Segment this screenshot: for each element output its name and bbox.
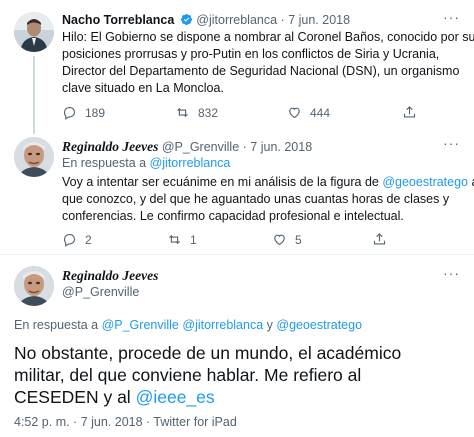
mention-link[interactable]: @geoestratego — [382, 175, 468, 189]
tweet-text-line: CESEDEN y al @ieee_es — [14, 386, 215, 408]
heart-icon — [289, 107, 300, 119]
reply-mention-link[interactable]: @geoestratego — [276, 318, 362, 332]
author-handle[interactable]: @jitorreblanca — [196, 13, 277, 27]
share-button[interactable] — [372, 232, 387, 247]
tweet-text-line: Hilo: El Gobierno se dispone a nombrar a… — [62, 30, 474, 44]
author-handle[interactable]: @P_Grenville — [162, 140, 239, 154]
separator: · — [242, 140, 247, 154]
reply-context: En respuesta a @P_Grenville @jitorreblan… — [14, 317, 362, 334]
mention-link[interactable]: @ieee_es — [136, 387, 215, 407]
avatar-photo-icon — [14, 12, 54, 52]
text-fragment: Voy a intentar ser ecuánime en mi anális… — [62, 175, 379, 189]
reply-prefix: En respuesta a — [62, 156, 147, 170]
more-options-icon[interactable]: ··· — [443, 9, 460, 25]
reply-mention-link[interactable]: @P_Grenville — [102, 318, 179, 332]
retweet-button[interactable]: 832 — [175, 105, 218, 120]
tweet-text-line: No obstante, procede de un mundo, el aca… — [14, 343, 402, 363]
like-button[interactable]: 444 — [287, 105, 330, 120]
tweet-1[interactable]: Nacho Torreblanca @jitorreblanca · 7 jun… — [0, 0, 474, 134]
reply-button[interactable]: 189 — [62, 105, 105, 120]
reply-icon — [63, 233, 76, 247]
reply-and: y — [266, 318, 273, 332]
retweet-count: 1 — [190, 232, 197, 247]
author-name[interactable]: Reginaldo Jeeves — [62, 268, 158, 283]
tweet-header: Reginaldo Jeeves @P_Grenville · 7 jun. 2… — [62, 138, 312, 156]
reply-prefix: En respuesta a — [14, 318, 99, 332]
like-button[interactable]: 5 — [272, 232, 302, 247]
reply-button[interactable]: 2 — [62, 232, 92, 247]
share-icon — [373, 233, 386, 245]
author-name-row: Reginaldo Jeeves — [62, 267, 158, 285]
avatar[interactable] — [14, 137, 54, 177]
author-handle[interactable]: @P_Grenville — [62, 284, 139, 301]
more-options-icon[interactable]: ··· — [443, 265, 460, 281]
retweet-button[interactable]: 1 — [167, 232, 197, 247]
tweet-text-line: Director del Departamento de Seguridad N… — [62, 64, 460, 78]
reply-icon — [63, 106, 76, 120]
avatar-photo-icon — [14, 266, 54, 306]
tweet-text-line: conferencias. Le confirmo capacidad prof… — [62, 209, 404, 223]
share-icon — [403, 106, 416, 118]
avatar[interactable] — [14, 266, 54, 306]
tweet-3-focused[interactable]: Reginaldo Jeeves @P_Grenville ··· En res… — [0, 254, 474, 437]
retweet-icon — [169, 234, 180, 245]
like-count: 444 — [310, 105, 331, 120]
tweet-text-line: clave situado en La Moncloa. — [62, 81, 224, 95]
reply-count: 189 — [85, 105, 106, 120]
retweet-count: 832 — [198, 105, 219, 120]
tweet-2[interactable]: Reginaldo Jeeves @P_Grenville · 7 jun. 2… — [0, 122, 474, 254]
avatar[interactable] — [14, 12, 54, 52]
share-button[interactable] — [402, 105, 417, 120]
tweet-text-line: que conozco, y del que he aguantado unas… — [62, 192, 450, 206]
reply-count: 2 — [85, 232, 92, 247]
avatar-photo-icon — [14, 137, 54, 177]
heart-icon — [274, 234, 285, 246]
tweet-text-line: militar, del que conviene hablar. Me ref… — [14, 365, 362, 385]
tweet-timestamp[interactable]: 4:52 p. m. · 7 jun. 2018 · Twitter for i… — [14, 414, 237, 431]
text-fragment: CESEDEN y al — [14, 387, 131, 407]
separator: · — [280, 13, 285, 27]
reply-mention-link[interactable]: @jitorreblanca — [150, 156, 231, 170]
author-name[interactable]: Nacho Torreblanca — [62, 13, 174, 27]
retweet-icon — [177, 107, 188, 118]
tweet-date[interactable]: 7 jun. 2018 — [250, 140, 312, 154]
tweet-text-line: posiciones prorrusas y pro-Putin en los … — [62, 47, 440, 61]
verified-badge-icon — [180, 13, 192, 26]
reply-mention-link[interactable]: @jitorreblanca — [182, 318, 263, 332]
tweet-date[interactable]: 7 jun. 2018 — [288, 13, 350, 27]
tweet-text-line: Voy a intentar ser ecuánime en mi anális… — [62, 174, 474, 191]
author-name[interactable]: Reginaldo Jeeves — [62, 139, 158, 154]
more-options-icon[interactable]: ··· — [443, 135, 460, 151]
like-count: 5 — [295, 232, 302, 247]
tweet-header: Nacho Torreblanca @jitorreblanca · 7 jun… — [62, 12, 350, 29]
reply-context: En respuesta a @jitorreblanca — [62, 155, 230, 172]
